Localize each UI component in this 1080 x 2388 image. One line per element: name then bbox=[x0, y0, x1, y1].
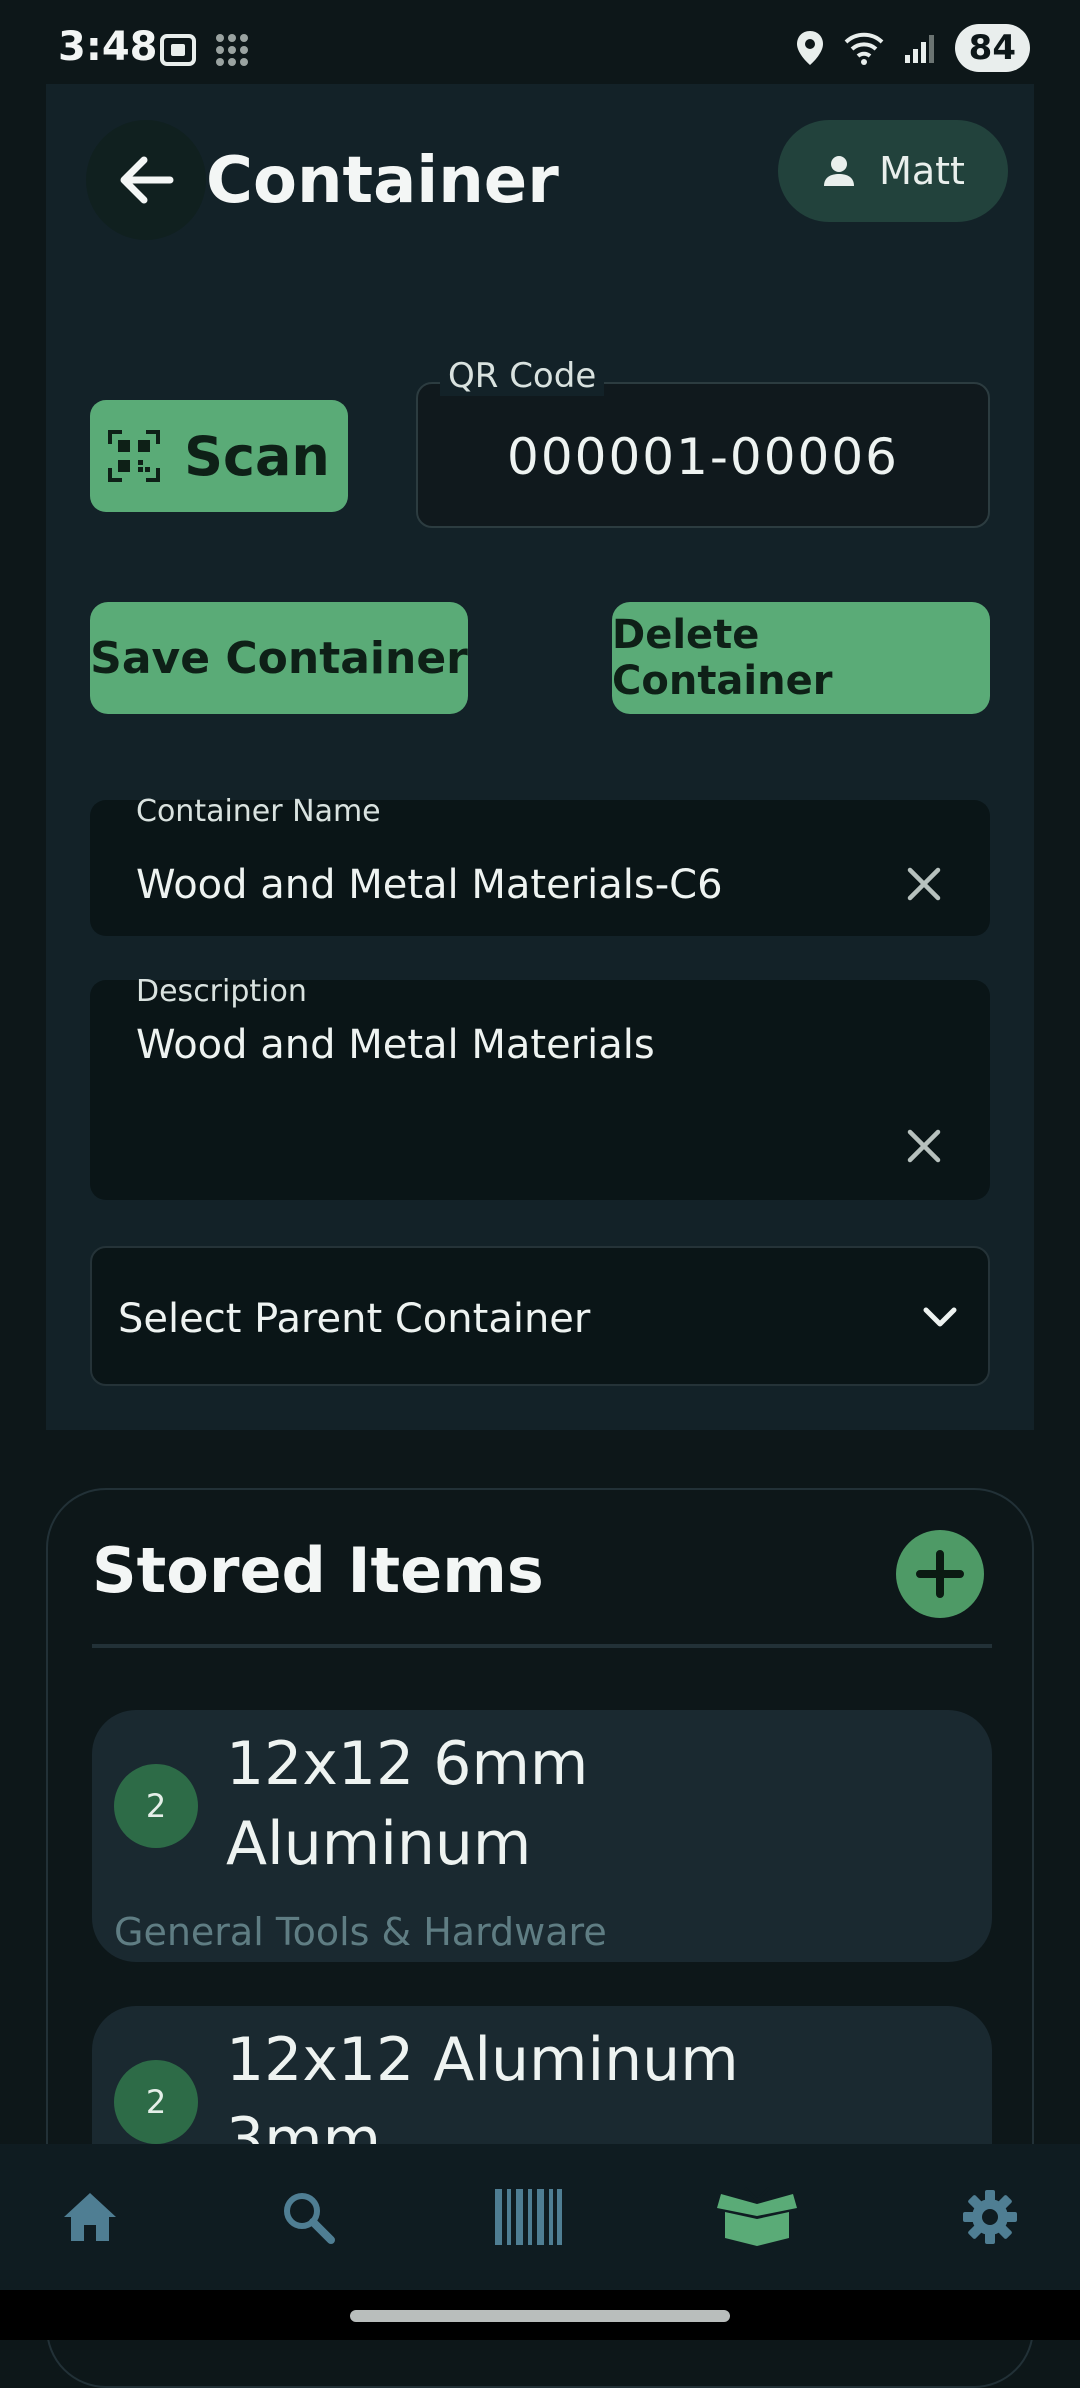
chevron-down-icon bbox=[923, 1307, 957, 1327]
battery-indicator: 84 bbox=[954, 24, 1030, 72]
user-chip[interactable]: Matt bbox=[778, 120, 1008, 222]
add-item-button[interactable] bbox=[896, 1530, 984, 1618]
delete-container-button[interactable]: Delete Container bbox=[612, 602, 990, 714]
quantity-badge: 2 bbox=[114, 1764, 198, 1848]
bottom-navigation bbox=[0, 2144, 1080, 2290]
description-field[interactable]: Description Wood and Metal Materials bbox=[90, 974, 990, 1200]
person-icon bbox=[824, 156, 855, 186]
plus-icon bbox=[916, 1550, 964, 1598]
status-right-icons: 84 bbox=[795, 24, 1030, 72]
nav-settings[interactable] bbox=[940, 2144, 1040, 2290]
box-icon bbox=[717, 2186, 797, 2246]
container-name-value: Wood and Metal Materials-C6 bbox=[136, 862, 723, 908]
item-category: General Tools & Hardware bbox=[114, 1910, 607, 1954]
scan-button[interactable]: Scan bbox=[90, 400, 348, 512]
apps-grid-icon bbox=[216, 34, 248, 66]
quantity-badge: 2 bbox=[114, 2060, 198, 2144]
container-name-field[interactable]: Container Name Wood and Metal Materials-… bbox=[90, 794, 990, 936]
scan-label: Scan bbox=[184, 424, 330, 488]
qr-code-icon bbox=[108, 430, 161, 482]
back-button[interactable] bbox=[86, 120, 206, 240]
qr-code-value: 000001-00006 bbox=[507, 428, 899, 486]
user-name: Matt bbox=[879, 149, 965, 193]
home-indicator[interactable] bbox=[350, 2310, 730, 2322]
stored-item[interactable]: 2 12x12 6mm Aluminum General Tools & Har… bbox=[92, 1710, 992, 1962]
signal-icon bbox=[904, 35, 934, 63]
parent-container-select[interactable]: Select Parent Container bbox=[90, 1246, 990, 1386]
description-value: Wood and Metal Materials bbox=[136, 1022, 655, 1068]
clear-name-icon[interactable] bbox=[904, 864, 944, 904]
qr-code-label: QR Code bbox=[440, 356, 605, 396]
barcode-icon bbox=[495, 2189, 562, 2245]
nav-containers[interactable] bbox=[702, 2144, 812, 2290]
screenshot-icon bbox=[160, 34, 196, 66]
container-form-panel: Container Matt Scan QR Code 000001-00006… bbox=[46, 84, 1034, 1430]
container-name-label: Container Name bbox=[136, 794, 381, 829]
status-time: 3:48 bbox=[58, 24, 158, 70]
search-icon bbox=[284, 2193, 335, 2244]
wifi-icon bbox=[844, 32, 884, 65]
arrow-left-icon bbox=[120, 156, 174, 204]
item-name: 12x12 6mm Aluminum bbox=[226, 1729, 589, 1879]
parent-container-select-label: Select Parent Container bbox=[118, 1296, 591, 1342]
status-notification-icons bbox=[158, 30, 252, 70]
home-icon bbox=[64, 2193, 116, 2241]
nav-search[interactable] bbox=[258, 2144, 358, 2290]
save-container-button[interactable]: Save Container bbox=[90, 602, 468, 714]
nav-home[interactable] bbox=[40, 2144, 140, 2290]
nav-barcode[interactable] bbox=[478, 2144, 578, 2290]
stored-items-divider bbox=[92, 1644, 992, 1648]
status-bar: 3:48 84 bbox=[0, 0, 1080, 96]
clear-description-icon[interactable] bbox=[904, 1126, 944, 1166]
gesture-bar bbox=[0, 2290, 1080, 2340]
gear-icon bbox=[963, 2190, 1017, 2244]
page-title: Container bbox=[206, 144, 559, 218]
qr-code-field[interactable]: QR Code 000001-00006 bbox=[416, 356, 990, 528]
location-icon bbox=[796, 31, 823, 65]
stored-items-title: Stored Items bbox=[92, 1534, 544, 1607]
description-label: Description bbox=[136, 974, 307, 1009]
